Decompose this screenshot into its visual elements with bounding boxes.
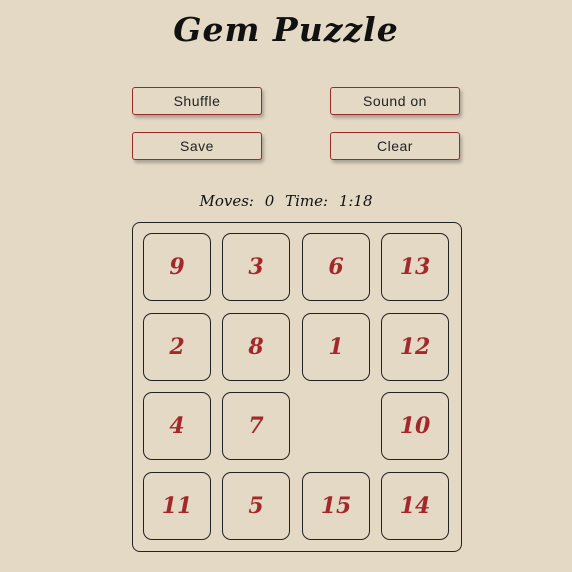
tile[interactable]: 14 — [381, 472, 449, 540]
game-title: Gem Puzzle — [173, 10, 399, 49]
tile[interactable]: 9 — [143, 233, 211, 301]
moves-label: Moves: — [199, 192, 254, 210]
tile[interactable]: 4 — [143, 392, 211, 460]
moves-count: 0 — [264, 192, 275, 210]
game-status: Moves: 0 Time: 1:18 — [0, 192, 572, 210]
time-label: Time: — [285, 192, 329, 210]
save-button[interactable]: Save — [132, 132, 262, 160]
tile[interactable]: 2 — [143, 313, 211, 381]
tile[interactable]: 3 — [222, 233, 290, 301]
shuffle-button[interactable]: Shuffle — [132, 87, 262, 115]
tile[interactable]: 10 — [381, 392, 449, 460]
puzzle-board: 9 3 6 13 2 8 1 12 4 7 10 11 5 15 14 — [132, 222, 462, 552]
tile[interactable]: 8 — [222, 313, 290, 381]
tile[interactable]: 6 — [302, 233, 370, 301]
tile[interactable]: 5 — [222, 472, 290, 540]
tile[interactable]: 11 — [143, 472, 211, 540]
tile[interactable]: 1 — [302, 313, 370, 381]
tile[interactable]: 7 — [222, 392, 290, 460]
tile[interactable]: 15 — [302, 472, 370, 540]
sound-toggle-button[interactable]: Sound on — [330, 87, 460, 115]
tile[interactable]: 12 — [381, 313, 449, 381]
tile[interactable]: 13 — [381, 233, 449, 301]
clear-button[interactable]: Clear — [330, 132, 460, 160]
time-value: 1:18 — [338, 192, 373, 210]
